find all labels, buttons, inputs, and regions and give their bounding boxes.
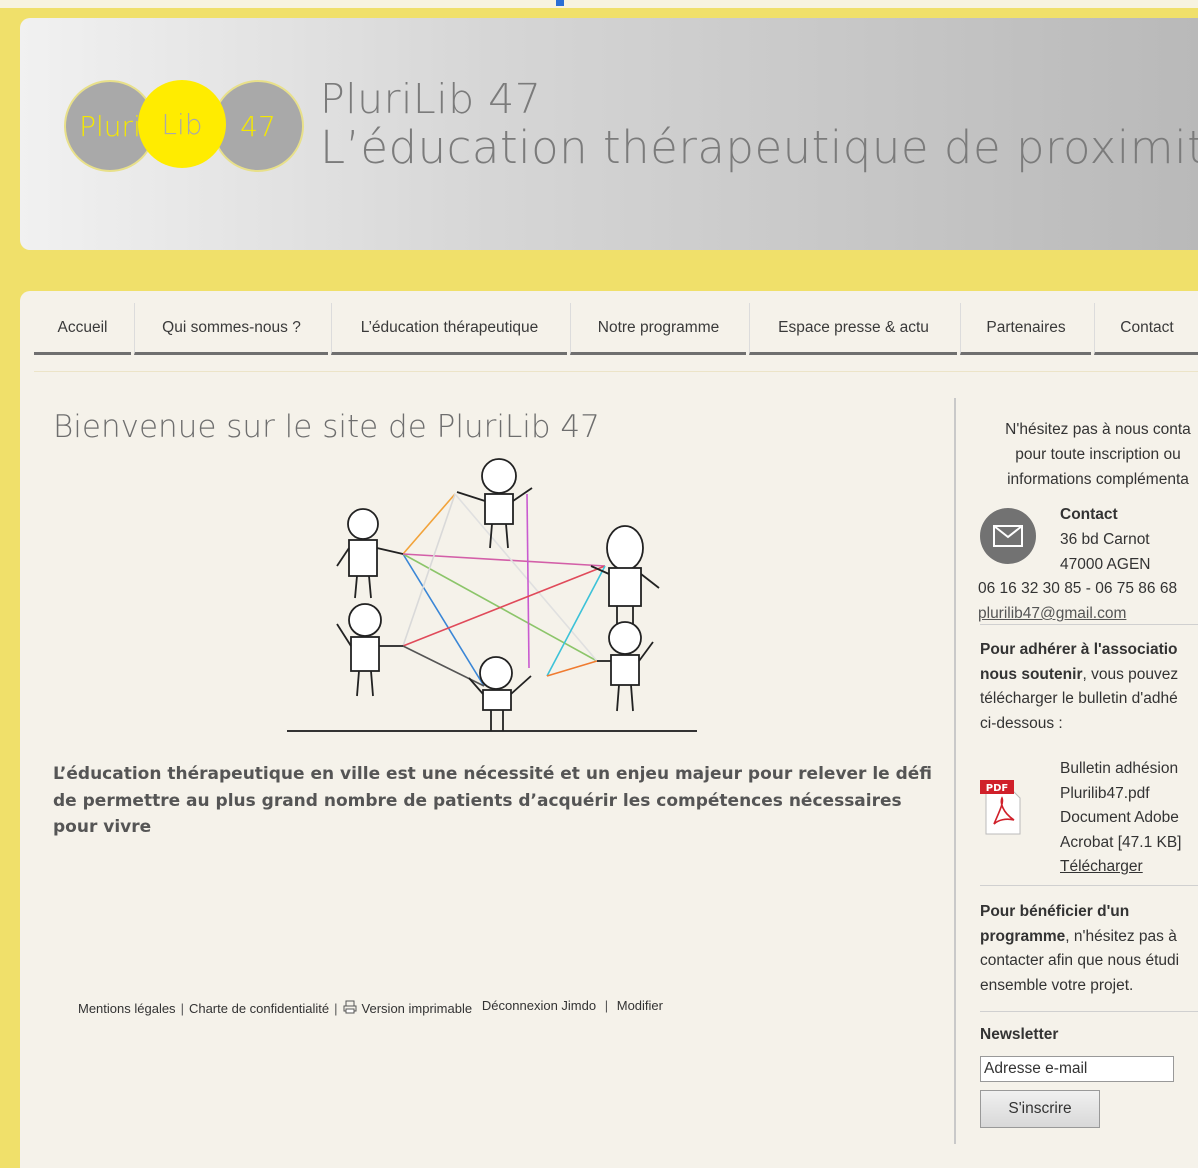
sidebar-rule — [980, 885, 1198, 886]
newsletter-title: Newsletter — [980, 1026, 1059, 1043]
join-bold-2: nous soutenir — [980, 665, 1083, 683]
file-line-4: Acrobat [47.1 KB] — [1060, 833, 1182, 851]
intro-line: informations complémenta — [1007, 471, 1189, 488]
program-bold-1: Pour bénéficier d'un — [980, 903, 1130, 920]
footer-separator: | — [604, 998, 609, 1013]
program-rest-2: , n'hésitez pas à — [1065, 927, 1177, 945]
nav-item-espace-presse[interactable]: Espace presse & actu — [749, 303, 957, 355]
intro-line: pour toute inscription ou — [1015, 446, 1181, 463]
top-strip — [0, 0, 1198, 8]
site-title: PluriLib 47 L’éducation thérapeutique de… — [320, 76, 1198, 174]
mail-icon — [980, 508, 1036, 564]
newsletter-subscribe-button[interactable]: S'inscrire — [980, 1090, 1100, 1128]
logo[interactable]: Pluri Lib 47 — [64, 80, 304, 172]
logout-link[interactable]: Déconnexion Jimdo — [482, 998, 596, 1013]
logo-circle-lib: Lib — [138, 80, 226, 168]
program-text: Pour bénéficier d'un programme, n'hésite… — [980, 900, 1198, 998]
download-link[interactable]: Télécharger — [1060, 858, 1143, 875]
print-version-link[interactable]: Version imprimable — [362, 1001, 473, 1016]
sidebar-divider — [954, 398, 956, 1144]
program-bold-2: programme — [980, 927, 1066, 945]
nav-item-contact[interactable]: Contact — [1094, 303, 1198, 355]
lead-paragraph: L’éducation thérapeutique en ville est u… — [53, 764, 932, 837]
page-title: Bienvenue sur le site de PluriLib 47 — [53, 409, 600, 445]
program-line-3: contacter afin que nous étudi — [980, 952, 1180, 969]
join-rest-2: , vous pouvez — [1082, 665, 1179, 683]
contact-title: Contact — [1060, 506, 1118, 523]
pdf-badge-text: PDF — [986, 783, 1008, 794]
file-line-3: Document Adobe — [1060, 809, 1179, 826]
footer-links: Mentions légales | Charte de confidentia… — [78, 1000, 472, 1017]
pdf-icon: PDF — [980, 780, 1021, 835]
contact-phones: 06 16 32 30 85 - 06 75 86 68 — [978, 580, 1178, 597]
sidebar-rule — [980, 624, 1198, 625]
nav-item-partenaires[interactable]: Partenaires — [960, 303, 1091, 355]
join-line-3: télécharger le bulletin d'adhé — [980, 690, 1178, 707]
sidebar-intro: N'hésitez pas à nous conta pour toute in… — [978, 417, 1198, 492]
mentions-legales-link[interactable]: Mentions légales — [78, 1001, 176, 1016]
program-line-4: ensemble votre projet. — [980, 976, 1134, 994]
join-text: Pour adhérer à l'associatio nous souteni… — [980, 638, 1198, 736]
nav-item-qui-sommes-nous[interactable]: Qui sommes-nous ? — [134, 303, 328, 355]
newsletter-email-input[interactable] — [980, 1056, 1174, 1082]
nav-item-education-therapeutique[interactable]: L’éducation thérapeutique — [331, 303, 567, 355]
people-network-illustration — [287, 458, 697, 732]
site-title-line2: L’éducation thérapeutique de proximité — [320, 121, 1198, 174]
main-navigation: Accueil Qui sommes-nous ? L’éducation th… — [34, 303, 1198, 359]
printer-icon — [343, 1000, 357, 1017]
footer-separator: | — [180, 1001, 184, 1016]
nav-item-notre-programme[interactable]: Notre programme — [570, 303, 746, 355]
site-title-line1: PluriLib 47 — [320, 75, 542, 123]
contact-email-link[interactable]: plurilib47@gmail.com — [978, 602, 1126, 627]
join-bold-1: Pour adhérer à l'associatio — [980, 641, 1178, 658]
nav-divider — [34, 371, 1198, 372]
file-line-1: Bulletin adhésion — [1060, 760, 1179, 777]
edit-link[interactable]: Modifier — [617, 998, 663, 1013]
site-header: Pluri Lib 47 PluriLib 47 L’éducation thé… — [20, 18, 1198, 250]
footer-separator: | — [334, 1001, 338, 1016]
sidebar-rule — [980, 1011, 1198, 1012]
download-block: Bulletin adhésion Plurilib47.pdf Documen… — [1060, 757, 1182, 880]
nav-item-accueil[interactable]: Accueil — [34, 303, 131, 355]
intro-line: N'hésitez pas à nous conta — [1005, 421, 1191, 438]
content-panel: Accueil Qui sommes-nous ? L’éducation th… — [20, 291, 1198, 1168]
join-line-4: ci-dessous : — [980, 714, 1063, 732]
contact-address-1: 36 bd Carnot — [1060, 531, 1150, 548]
contact-address-2: 47000 AGEN — [1060, 556, 1151, 573]
charte-link[interactable]: Charte de confidentialité — [189, 1001, 329, 1016]
top-marker — [556, 0, 564, 6]
file-line-2: Plurilib47.pdf — [1060, 784, 1150, 802]
footer-admin-links: Déconnexion Jimdo | Modifier — [482, 998, 663, 1013]
